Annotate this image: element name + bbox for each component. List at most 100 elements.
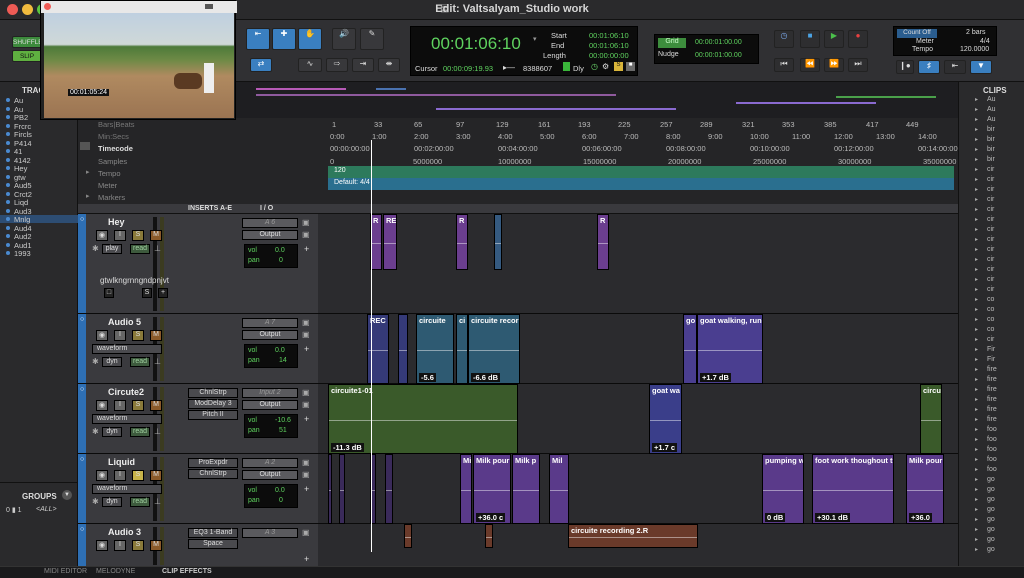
clip[interactable] <box>339 454 345 524</box>
track-name[interactable]: Circute2 <box>108 387 144 397</box>
universe-overview[interactable] <box>236 82 958 118</box>
expand-icon[interactable]: ▸ <box>975 246 978 253</box>
track-list-item[interactable]: Aud2 <box>0 232 78 241</box>
clip-list-item[interactable]: ▸ foo <box>959 466 1024 476</box>
track-record-icon[interactable]: ○ <box>80 216 84 223</box>
add-send-icon[interactable]: + <box>304 484 309 494</box>
clip-circuit[interactable]: circuit <box>920 384 942 454</box>
track-list-item[interactable]: Frcrc <box>0 122 78 131</box>
track-color-strip[interactable] <box>78 384 86 453</box>
input-monitor-button[interactable]: ◉ <box>96 230 108 241</box>
track-show-icon[interactable] <box>6 149 10 153</box>
io-window-icon[interactable]: ▣ <box>302 458 310 467</box>
track-name[interactable]: Audio 5 <box>108 317 141 327</box>
track-show-icon[interactable] <box>6 217 10 221</box>
track-show-icon[interactable] <box>6 242 10 247</box>
ruler-menu-icon[interactable] <box>80 142 90 150</box>
solo-safe-icon[interactable]: S <box>614 62 623 71</box>
expand-icon[interactable]: ▸ <box>975 326 978 333</box>
clip-list-item[interactable]: ▸ fire <box>959 376 1024 386</box>
return-to-zero-button[interactable]: ⏮ <box>774 58 794 72</box>
automation-mode[interactable]: read <box>130 244 150 254</box>
input-monitor-button[interactable]: ◉ <box>96 540 108 551</box>
elastic-icon[interactable]: ✱ <box>92 244 99 253</box>
expand-tempo-icon[interactable]: ▸ <box>86 168 90 176</box>
clip-milk[interactable]: Milk pour +36.0 <box>906 454 944 524</box>
automation-mode[interactable]: read <box>130 427 150 437</box>
meter-value[interactable]: 4/4 <box>980 38 990 45</box>
ruler-timecode-label[interactable]: Timecode <box>98 144 133 153</box>
output-selector[interactable]: Output <box>242 230 298 240</box>
expand-icon[interactable]: ▸ <box>975 356 978 363</box>
sub-lane-solo[interactable]: S <box>142 288 152 298</box>
track-show-icon[interactable] <box>6 115 10 119</box>
expand-icon[interactable]: ▸ <box>975 266 978 273</box>
expand-icon[interactable]: ▸ <box>975 196 978 203</box>
expand-icon[interactable]: ▸ <box>975 116 978 123</box>
mute-button[interactable]: M <box>150 230 162 241</box>
expand-icon[interactable]: ▸ <box>975 236 978 243</box>
clip-list-item[interactable]: ▸ cir <box>959 246 1024 256</box>
clip-list-item[interactable]: ▸ cir <box>959 196 1024 206</box>
clip-goat[interactable]: go <box>683 314 697 384</box>
groups-menu-icon[interactable]: ▼ <box>62 490 72 500</box>
clip[interactable] <box>494 214 502 270</box>
clip-list-item[interactable]: ▸ cir <box>959 176 1024 186</box>
expand-icon[interactable]: ▸ <box>975 316 978 323</box>
trim-tool-button[interactable]: ✚ <box>272 28 296 50</box>
playlist-icon[interactable]: ⊥ <box>154 497 161 506</box>
elastic-mode[interactable]: dyn <box>102 497 122 507</box>
expand-icon[interactable]: ▸ <box>975 496 978 503</box>
shuffle-mode-button[interactable]: SHUFFLE <box>12 36 43 48</box>
main-counter[interactable]: 00:01:06:10 <box>431 34 521 54</box>
expand-icon[interactable]: ▸ <box>975 506 978 513</box>
clip-list-item[interactable]: ▸ go <box>959 546 1024 556</box>
track-show-icon[interactable] <box>6 191 10 196</box>
track-show-icon[interactable] <box>6 234 10 238</box>
insert-slot[interactable]: ProExpdr <box>188 458 238 468</box>
length-value[interactable]: 00:00:00:00 <box>589 51 629 60</box>
play-button[interactable]: ▶ <box>824 30 844 48</box>
clip-list-item[interactable]: ▸ cir <box>959 216 1024 226</box>
track-view-selector[interactable]: waveform <box>92 344 162 354</box>
track-show-icon[interactable] <box>6 208 10 213</box>
clip-list-item[interactable]: ▸ bir <box>959 156 1024 166</box>
clip-milk[interactable]: Milk pour +36.0 c <box>473 454 511 524</box>
track-view-selector[interactable]: waveform <box>92 414 162 424</box>
track-list-item[interactable]: Aud1 <box>0 241 78 250</box>
insert-slot[interactable]: ChnlStrp <box>188 469 238 479</box>
elastic-mode[interactable]: dyn <box>102 357 122 367</box>
clip-circuite1[interactable]: circuite1-01 -11.3 dB <box>328 384 518 454</box>
expand-icon[interactable]: ▸ <box>975 406 978 413</box>
clip-list-item[interactable]: ▸ cir <box>959 236 1024 246</box>
link-button[interactable]: ⇄ <box>250 58 272 72</box>
clip[interactable] <box>385 454 393 524</box>
clip-list-item[interactable]: ▸ co <box>959 326 1024 336</box>
expand-icon[interactable]: ▸ <box>975 136 978 143</box>
insert-slot[interactable]: EQ3 1-Band <box>188 528 238 538</box>
track-show-icon[interactable] <box>6 140 10 145</box>
track-show-icon[interactable] <box>6 98 10 102</box>
clip-list-item[interactable]: ▸ Fir <box>959 356 1024 366</box>
inserts-header[interactable]: INSERTS A-E <box>188 205 232 212</box>
clip-list-item[interactable]: ▸ go <box>959 506 1024 516</box>
automation-mode[interactable]: read <box>130 357 150 367</box>
clip-list-item[interactable]: ▸ go <box>959 496 1024 506</box>
input-enable-button[interactable]: I <box>114 230 126 241</box>
clip-foot[interactable]: foot work thoughout t +30.1 dB <box>812 454 894 524</box>
clip-list-item[interactable]: ▸ foo <box>959 436 1024 446</box>
online-button[interactable]: ◷ <box>774 30 794 48</box>
clip-list-item[interactable]: ▸ cir <box>959 186 1024 196</box>
count-off-label[interactable]: Count Off <box>897 29 937 38</box>
clip-list-item[interactable]: ▸ cir <box>959 286 1024 296</box>
elastic-mode[interactable]: dyn <box>102 427 122 437</box>
track-name[interactable]: Liquid <box>108 457 135 467</box>
output-window-icon[interactable]: ▣ <box>302 230 310 239</box>
track-color-strip[interactable] <box>78 454 86 523</box>
wait-for-note-button[interactable]: ❙● <box>896 60 914 74</box>
track-list-item[interactable]: Aud5 <box>0 181 78 190</box>
playlist-icon[interactable]: ⊥ <box>154 427 161 436</box>
clip-list-item[interactable]: ▸ cir <box>959 266 1024 276</box>
fast-forward-button[interactable]: ⏩ <box>824 58 844 72</box>
countoff-button[interactable]: ⇤ <box>944 60 966 74</box>
